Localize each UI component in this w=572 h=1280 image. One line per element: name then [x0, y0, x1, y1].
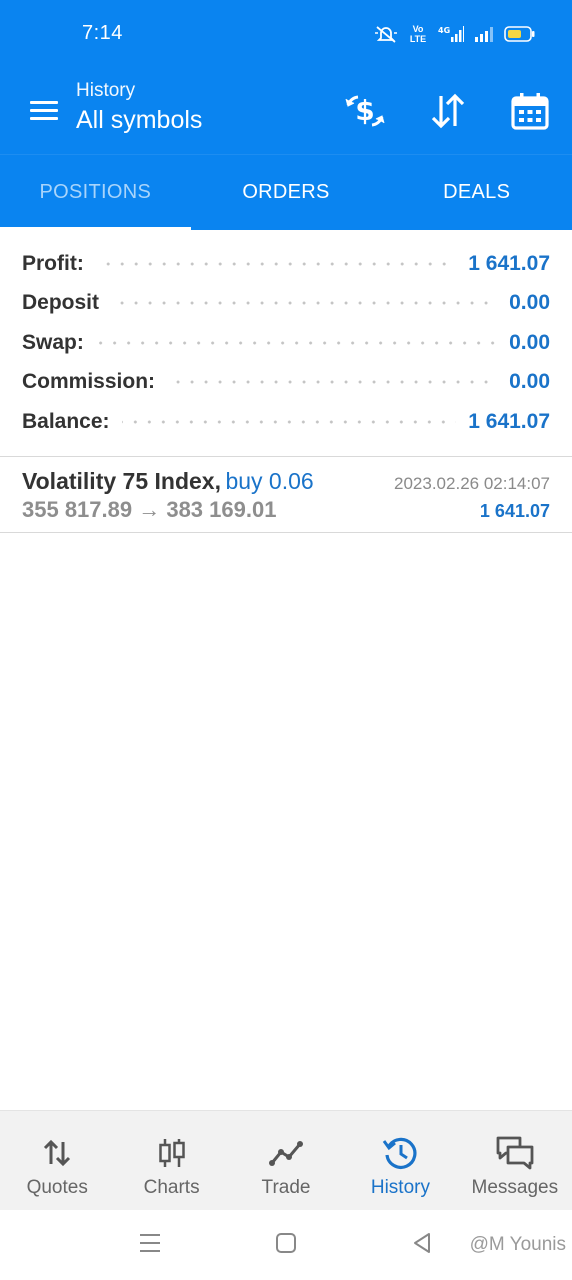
balance-value: 1 641.07 — [468, 409, 550, 433]
history-tabs: POSITIONS ORDERS DEALS — [0, 154, 572, 230]
sort-arrows-icon[interactable] — [425, 88, 471, 134]
deal-type: buy 0.06 — [225, 468, 314, 494]
deal-prices: 355 817.89 → 383 169.01 — [22, 497, 277, 522]
swap-value: 0.00 — [509, 330, 550, 354]
swap-label: Swap: — [22, 330, 84, 354]
dotted-leader — [111, 299, 498, 308]
dotted-leader — [95, 338, 498, 347]
profit-label: Profit: — [22, 251, 84, 275]
candlestick-icon — [157, 1135, 187, 1171]
divider — [0, 532, 572, 533]
nav-quotes-label: Quotes — [26, 1177, 88, 1198]
divider — [0, 456, 572, 457]
menu-icon — [30, 101, 58, 104]
chat-bubbles-icon — [495, 1135, 535, 1171]
status-icons: Vo LTE 4G — [374, 24, 536, 44]
summary-swap-row: Swap: 0.00 — [0, 323, 572, 363]
deal-profit: 1 641.07 — [479, 501, 550, 521]
deposit-value: 0.00 — [509, 291, 550, 315]
dollar-refresh-icon[interactable]: $ — [342, 88, 388, 134]
summary-panel: Profit: 1 641.07 Deposit 0.00 Swap: 0.00… — [0, 244, 572, 442]
watermark-text: @M Younis — [469, 1234, 566, 1255]
summary-balance-row: Balance: 1 641.07 — [0, 402, 572, 442]
deal-symbol: Volatility 75 Index, — [22, 468, 221, 494]
mute-bell-icon — [374, 24, 398, 44]
app-bar: History All symbols $ — [0, 70, 572, 154]
recents-menu-icon[interactable] — [139, 1232, 161, 1259]
signal-4g-icon: 4G — [438, 25, 464, 43]
nav-trade-label: Trade — [261, 1177, 311, 1198]
nav-history[interactable]: History — [343, 1111, 457, 1210]
nav-charts[interactable]: Charts — [114, 1111, 228, 1210]
tab-positions[interactable]: POSITIONS — [0, 155, 191, 230]
tab-orders[interactable]: ORDERS — [191, 155, 382, 230]
status-time: 7:14 — [82, 22, 123, 44]
menu-button[interactable] — [26, 96, 62, 126]
summary-deposit-row: Deposit 0.00 — [0, 284, 572, 324]
volte-icon: Vo LTE — [409, 24, 427, 44]
commission-label: Commission: — [22, 370, 156, 394]
home-square-icon[interactable] — [275, 1232, 297, 1259]
deposit-label: Deposit — [22, 291, 100, 315]
page-subtitle: History — [76, 80, 136, 101]
back-triangle-icon[interactable] — [412, 1232, 432, 1259]
nav-trade[interactable]: Trade — [229, 1111, 343, 1210]
dotted-leader — [167, 378, 498, 387]
commission-value: 0.00 — [509, 370, 550, 394]
history-clock-icon — [382, 1135, 418, 1171]
status-bar: 7:14 Vo LTE 4G — [0, 0, 572, 70]
svg-text:$: $ — [355, 94, 374, 127]
nav-quotes[interactable]: Quotes — [0, 1111, 114, 1210]
svg-text:4G: 4G — [438, 26, 450, 35]
title-block: History All symbols — [76, 80, 202, 135]
nav-charts-label: Charts — [143, 1177, 200, 1198]
list-item[interactable]: Volatility 75 Index, buy 0.06 2023.02.26… — [0, 458, 572, 532]
summary-profit-row: Profit: 1 641.07 — [0, 244, 572, 284]
profit-value: 1 641.07 — [468, 251, 550, 275]
battery-icon — [504, 25, 536, 43]
page-title[interactable]: All symbols — [76, 106, 202, 135]
summary-commission-row: Commission: 0.00 — [0, 363, 572, 403]
nav-messages-label: Messages — [471, 1177, 559, 1198]
calendar-icon[interactable] — [507, 88, 553, 134]
signal-bars-icon — [474, 26, 494, 42]
deal-time: 2023.02.26 02:14:07 — [394, 474, 550, 493]
quotes-arrows-icon — [42, 1135, 72, 1171]
dotted-leader — [121, 417, 457, 426]
nav-messages[interactable]: Messages — [458, 1111, 572, 1210]
dotted-leader — [95, 259, 457, 268]
balance-label: Balance: — [22, 409, 110, 433]
nav-history-label: History — [370, 1177, 430, 1198]
trade-line-icon — [269, 1135, 304, 1171]
bottom-nav: Quotes Charts Trade History Messages — [0, 1110, 572, 1210]
tab-deals[interactable]: DEALS — [381, 155, 572, 230]
